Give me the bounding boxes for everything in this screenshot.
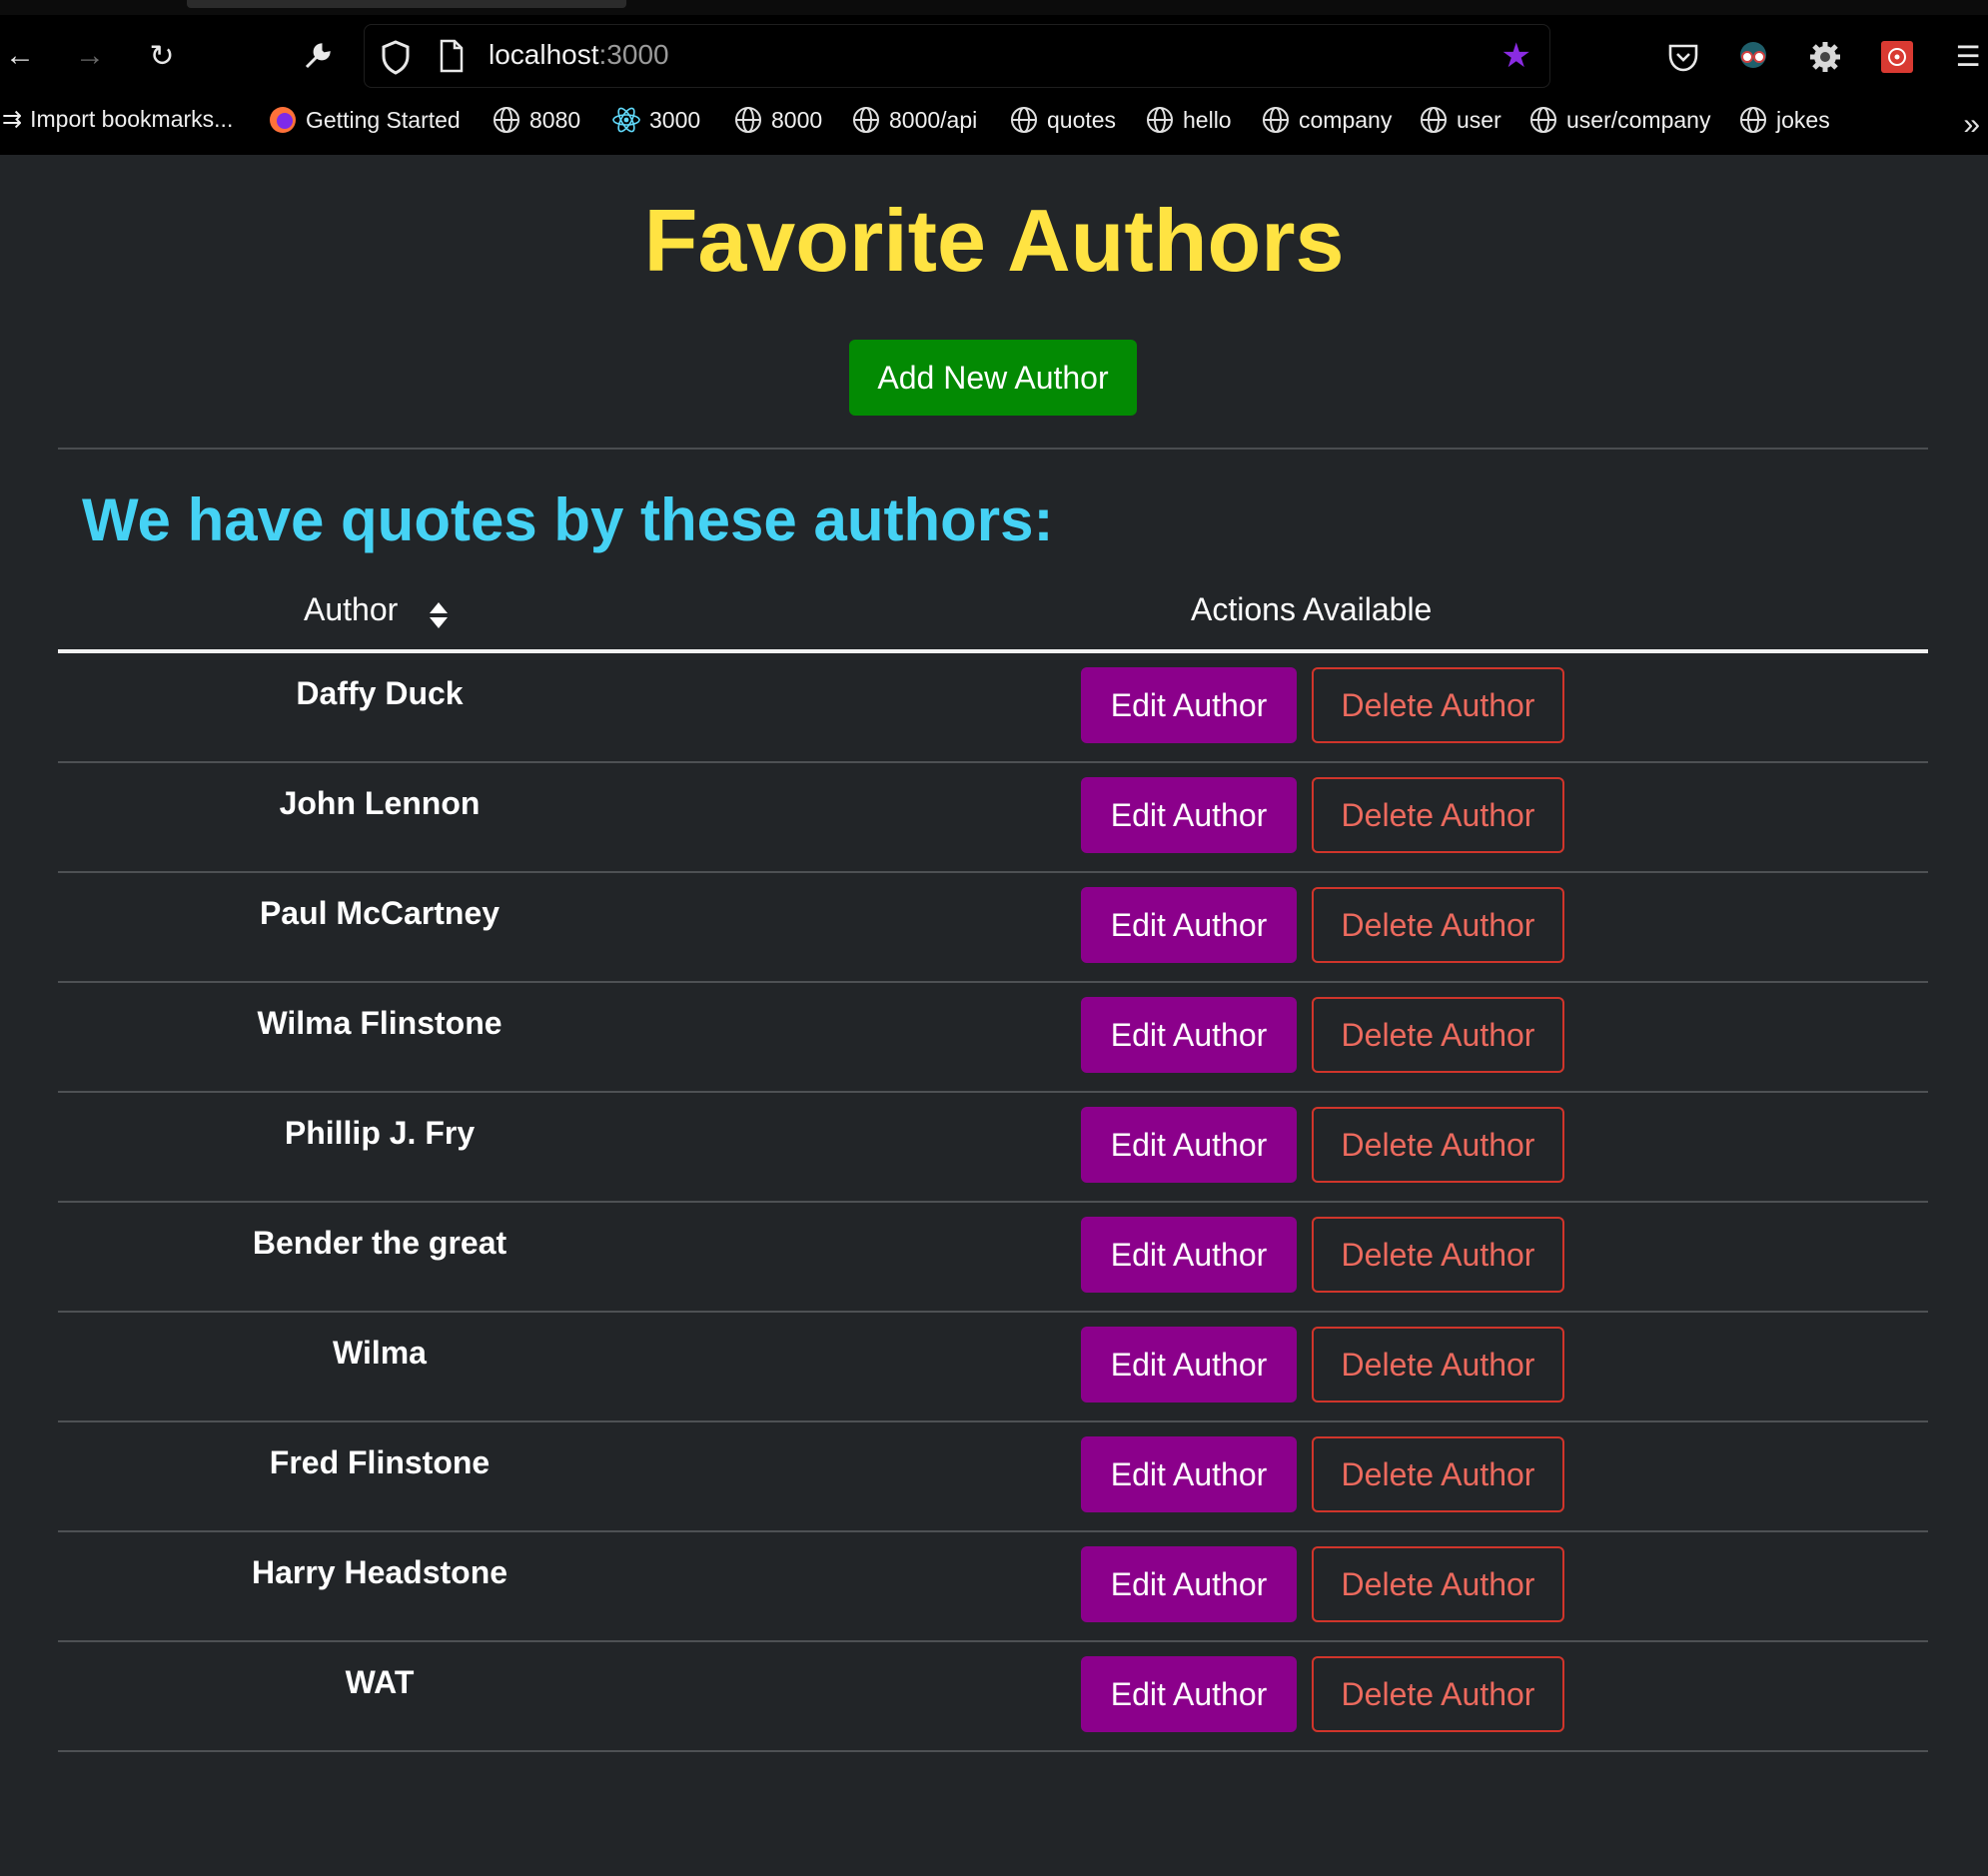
bookmark-user-company[interactable]: user/company [1528, 105, 1710, 135]
forward-icon[interactable]: → [70, 36, 110, 76]
delete-author-button[interactable]: Delete Author [1312, 1217, 1564, 1293]
bookmark-quotes[interactable]: quotes [1009, 105, 1116, 135]
globe-icon [1421, 107, 1447, 133]
bookmark-3000[interactable]: 3000 [611, 105, 700, 135]
author-name: Harry Headstone [251, 1554, 508, 1590]
bookmark-8080[interactable]: 8080 [492, 105, 580, 135]
settings-gear-icon[interactable] [1808, 40, 1842, 74]
edit-author-button[interactable]: Edit Author [1081, 1327, 1297, 1403]
edit-author-button[interactable]: Edit Author [1081, 887, 1297, 963]
bookmark-company[interactable]: company [1261, 105, 1392, 135]
delete-author-button[interactable]: Delete Author [1312, 777, 1564, 853]
page-title: Favorite Authors [643, 191, 1345, 290]
edit-author-button[interactable]: Edit Author [1081, 1436, 1297, 1512]
hamburger-menu-icon[interactable]: ☰ [1948, 36, 1988, 76]
globe-icon [735, 107, 761, 133]
add-new-author-button[interactable]: Add New Author [849, 340, 1137, 416]
table-row: Wilma Edit Author Delete Author [58, 1313, 1928, 1422]
bookmark-jokes[interactable]: jokes [1738, 105, 1830, 135]
back-icon[interactable]: ← [0, 36, 40, 76]
delete-author-button[interactable]: Delete Author [1312, 887, 1564, 963]
url-text[interactable]: localhost:3000 [489, 39, 669, 71]
react-icon [612, 107, 640, 133]
author-name: Daffy Duck [296, 675, 464, 711]
import-icon: ⇉ [2, 106, 23, 133]
globe-icon [853, 107, 879, 133]
pocket-icon[interactable] [1666, 40, 1700, 74]
edit-author-button[interactable]: Edit Author [1081, 777, 1297, 853]
shield-icon[interactable] [381, 39, 411, 75]
delete-author-button[interactable]: Delete Author [1312, 997, 1564, 1073]
active-tab[interactable] [187, 0, 626, 8]
address-bar[interactable]: localhost:3000 ★ [364, 24, 1550, 88]
edit-author-button[interactable]: Edit Author [1081, 1656, 1297, 1732]
delete-author-button[interactable]: Delete Author [1312, 1546, 1564, 1622]
react-devtools-extension-icon[interactable] [1880, 40, 1914, 74]
author-name: WAT [345, 1664, 415, 1700]
globe-icon [494, 107, 519, 133]
divider [58, 448, 1928, 450]
globe-icon [1530, 107, 1556, 133]
table-row: Harry Headstone Edit Author Delete Author [58, 1532, 1928, 1642]
author-name: Wilma Flinstone [257, 1005, 502, 1041]
globe-icon [1263, 107, 1289, 133]
browser-chrome: ← → ↻ localhost:3000 ★ ☰ ⇉ Import bookma… [0, 0, 1988, 155]
bookmark-8000[interactable]: 8000 [733, 105, 822, 135]
delete-author-button[interactable]: Delete Author [1312, 667, 1564, 743]
bookmark-getting-started[interactable]: Getting Started [268, 105, 461, 135]
edit-author-button[interactable]: Edit Author [1081, 997, 1297, 1073]
globe-icon [1011, 107, 1037, 133]
delete-author-button[interactable]: Delete Author [1312, 1327, 1564, 1403]
edit-author-button[interactable]: Edit Author [1081, 667, 1297, 743]
actions-column-header: Actions Available [1191, 591, 1433, 627]
delete-author-button[interactable]: Delete Author [1312, 1656, 1564, 1732]
firefox-icon [270, 107, 296, 133]
wrench-icon[interactable] [298, 36, 338, 76]
bookmark-hello[interactable]: hello [1145, 105, 1232, 135]
delete-author-button[interactable]: Delete Author [1312, 1107, 1564, 1183]
table-row: Paul McCartney Edit Author Delete Author [58, 873, 1928, 983]
bookmark-star-icon[interactable]: ★ [1501, 39, 1531, 73]
author-name: Phillip J. Fry [284, 1115, 476, 1151]
bookmarks-overflow-icon[interactable]: » [1963, 108, 1980, 142]
section-subtitle: We have quotes by these authors: [82, 486, 1054, 553]
globe-icon [1740, 107, 1766, 133]
table-row: Bender the great Edit Author Delete Author [58, 1203, 1928, 1313]
table-row: Daffy Duck Edit Author Delete Author [58, 653, 1928, 763]
edit-author-button[interactable]: Edit Author [1081, 1107, 1297, 1183]
table-row: Wilma Flinstone Edit Author Delete Author [58, 983, 1928, 1093]
sort-icon[interactable] [428, 599, 450, 631]
bookmark-import[interactable]: ⇉ Import bookmarks... [2, 105, 233, 134]
table-row: WAT Edit Author Delete Author [58, 1642, 1928, 1752]
page-icon [440, 39, 464, 73]
extension-glasses-icon[interactable] [1736, 40, 1770, 74]
author-column-header[interactable]: Author [304, 591, 398, 628]
author-name: John Lennon [279, 785, 481, 821]
bookmark-user[interactable]: user [1419, 105, 1501, 135]
table-row: John Lennon Edit Author Delete Author [58, 763, 1928, 873]
author-name: Bender the great [252, 1225, 507, 1261]
globe-icon [1147, 107, 1173, 133]
edit-author-button[interactable]: Edit Author [1081, 1217, 1297, 1293]
bookmark-8000-api[interactable]: 8000/api [851, 105, 977, 135]
reload-icon[interactable]: ↻ [142, 36, 182, 76]
table-row: Phillip J. Fry Edit Author Delete Author [58, 1093, 1928, 1203]
author-name: Fred Flinstone [269, 1444, 491, 1480]
edit-author-button[interactable]: Edit Author [1081, 1546, 1297, 1622]
table-row: Fred Flinstone Edit Author Delete Author [58, 1422, 1928, 1532]
author-name: Wilma [333, 1335, 427, 1371]
delete-author-button[interactable]: Delete Author [1312, 1436, 1564, 1512]
author-name: Paul McCartney [259, 895, 500, 931]
